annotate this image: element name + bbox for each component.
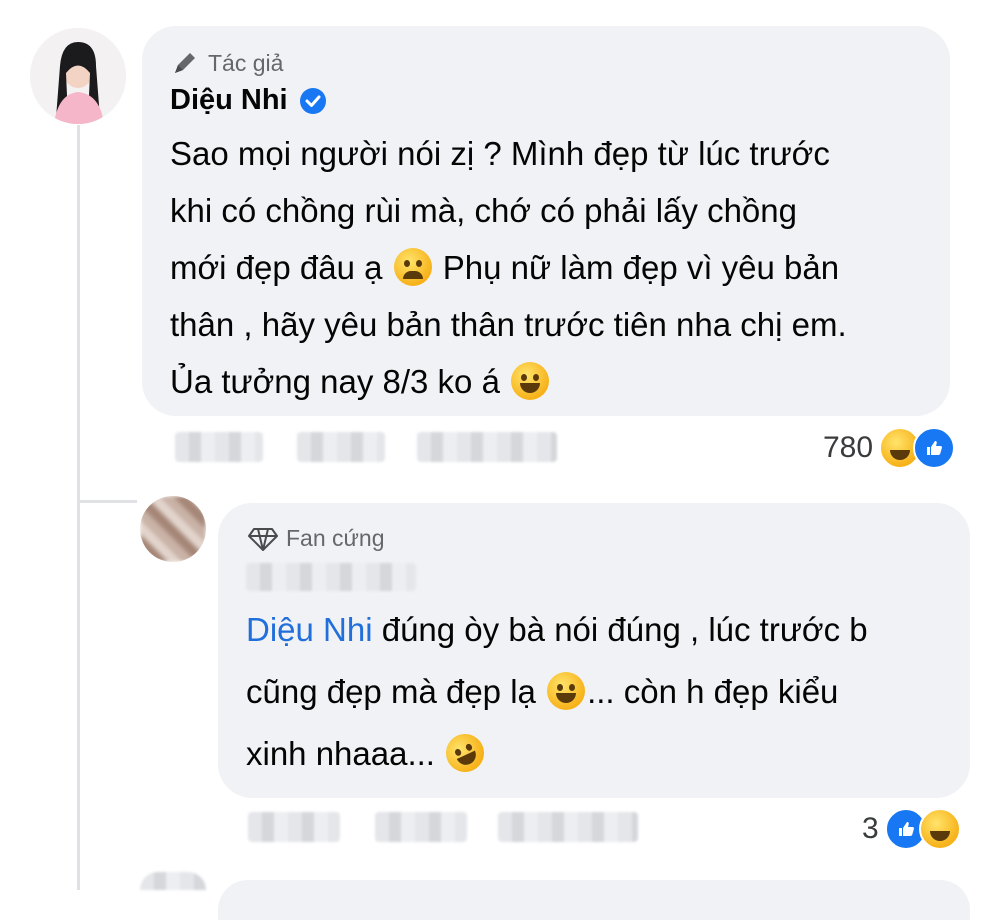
comment-line: mới đẹp đâu ạ: [170, 249, 383, 286]
pen-icon: [175, 53, 195, 73]
crying-face-icon: [393, 248, 432, 286]
reply-action-link[interactable]: [297, 432, 385, 462]
commenter-name[interactable]: [246, 563, 416, 591]
author-badge: Tác giả: [170, 48, 283, 78]
comment-line: ... còn h đẹp kiểu: [587, 673, 839, 710]
commenter-avatar[interactable]: [140, 496, 206, 562]
verified-icon: [299, 87, 326, 114]
timestamp-link[interactable]: [417, 432, 557, 462]
badge-label: Tác giả: [208, 49, 284, 76]
author-name[interactable]: Diệu Nhi: [170, 84, 288, 117]
next-reply-avatar[interactable]: [140, 872, 206, 890]
next-reply-bubble: [218, 880, 970, 920]
sweat-smile-icon: [547, 672, 586, 710]
rofl-icon: [439, 727, 491, 779]
comment-text: Sao mọi người nói zị ? Mình đẹp từ lúc t…: [170, 125, 940, 410]
thread-line: [77, 125, 80, 890]
reply-text: Diệu Nhi đúng òy bà nói đúng , lúc trước…: [246, 599, 946, 785]
reaction-count: 3: [862, 812, 879, 845]
comment-bubble: Tác giả Diệu Nhi Sao mọi người nói zị ? …: [142, 26, 950, 416]
comment-line: đúng òy bà nói đúng , lúc trước b: [372, 611, 868, 648]
timestamp-link[interactable]: [498, 812, 638, 842]
comment-line: cũng đẹp mà đẹp lạ: [246, 673, 536, 710]
tears-of-joy-icon: [511, 362, 550, 400]
fan-badge: Fan cứng: [248, 525, 385, 552]
reply-bubble: Fan cứng Diệu Nhi đúng òy bà nói đúng , …: [218, 503, 970, 798]
like-action-link[interactable]: [248, 812, 340, 842]
comment-line: xinh nhaaa...: [246, 735, 435, 772]
author-avatar[interactable]: [30, 28, 126, 124]
reaction-summary[interactable]: 3: [862, 808, 961, 850]
comment-line: thân , hãy yêu bản thân trước tiên nha c…: [170, 306, 847, 343]
like-action-link[interactable]: [175, 432, 263, 462]
diamond-icon: [248, 527, 278, 551]
reaction-count: 780: [823, 431, 874, 464]
comment-line: Ủa tưởng nay 8/3 ko á: [170, 363, 500, 400]
comment-line: Phụ nữ làm đẹp vì yêu bản: [442, 249, 840, 286]
mention-link[interactable]: Diệu Nhi: [246, 611, 373, 648]
thread-branch: [77, 500, 137, 503]
comment-line: khi có chồng rùi mà, chớ có phải lấy chồ…: [170, 192, 797, 229]
badge-label: Fan cứng: [286, 525, 385, 551]
reply-action-link[interactable]: [375, 812, 467, 842]
comment-line: Sao mọi người nói zị ? Mình đẹp từ lúc t…: [170, 135, 830, 172]
like-reaction-icon: [913, 427, 956, 469]
reaction-summary[interactable]: 780: [823, 427, 956, 469]
haha-reaction-icon: [918, 808, 961, 850]
